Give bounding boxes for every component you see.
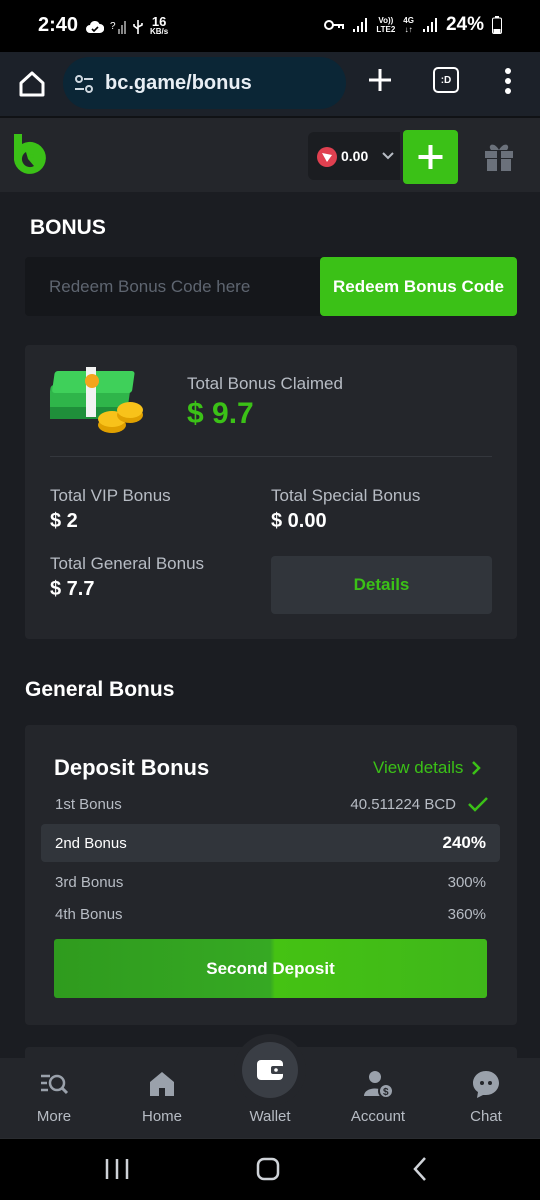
speed-value: 16	[151, 14, 167, 29]
status-left-icons: ? 16 KB/s	[86, 14, 169, 37]
bonus-row-value: 360%	[447, 906, 486, 923]
vpn-key-icon	[324, 20, 345, 30]
home-button-icon[interactable]	[256, 1156, 280, 1182]
bonus-summary-card: Total Bonus Claimed $ 9.7 Total VIP Bonu…	[25, 345, 517, 639]
chevron-right-icon[interactable]	[471, 761, 482, 775]
second-deposit-button[interactable]: Second Deposit	[54, 939, 487, 998]
balance-value: 0.00	[341, 148, 369, 164]
nav-chat[interactable]: Chat	[432, 1058, 540, 1138]
account-icon[interactable]: $	[362, 1068, 394, 1100]
search-list-icon[interactable]	[38, 1068, 70, 1100]
bcgame-logo[interactable]	[12, 132, 48, 176]
bottom-nav: More Home Wallet $ Account Chat	[0, 1034, 540, 1138]
bonus-row-4th: 4th Bonus 360%	[41, 895, 500, 933]
nav-account[interactable]: $ Account	[324, 1058, 432, 1138]
browser-toolbar: bc.game/bonus :D	[0, 52, 540, 116]
wallet-icon[interactable]	[242, 1042, 298, 1098]
net-type: 4G	[403, 16, 414, 25]
general-bonus-title: General Bonus	[25, 678, 175, 701]
svg-text:?: ?	[110, 21, 116, 32]
bonus-row-value: 300%	[447, 874, 486, 891]
bonus-row-name: 4th Bonus	[55, 906, 123, 923]
lte-top: Vo))	[378, 16, 394, 25]
site-header: 0.00	[0, 116, 540, 192]
nav-label[interactable]: Chat	[432, 1108, 540, 1125]
signal-icon	[353, 18, 368, 32]
bonus-row-name: 2nd Bonus	[55, 835, 127, 852]
signal-icon-2	[422, 18, 437, 32]
divider	[50, 456, 492, 457]
general-bonus-label: Total General Bonus	[50, 554, 205, 573]
total-claimed-label: Total Bonus Claimed	[187, 374, 343, 393]
view-details-link[interactable]: View details	[373, 758, 482, 778]
back-icon[interactable]	[410, 1156, 430, 1182]
cloud-icon	[86, 20, 104, 33]
bonus-row-2nd: 2nd Bonus 240%	[41, 824, 500, 862]
nav-wallet[interactable]: Wallet	[216, 1042, 324, 1138]
nav-label[interactable]: Home	[108, 1108, 216, 1125]
lte-indicator: Vo)) LTE2	[376, 16, 395, 34]
lte-bottom: LTE2	[376, 25, 396, 34]
system-navigation	[0, 1138, 540, 1200]
view-details-label[interactable]: View details	[373, 758, 463, 778]
vip-bonus-value: $ 2	[50, 510, 78, 532]
bonus-page: BONUS Redeem Bonus Code Total Bonus Clai…	[0, 192, 540, 1058]
browser-menu-icon[interactable]	[500, 66, 516, 96]
nav-label[interactable]: Account	[324, 1108, 432, 1125]
speed-unit: KB/s	[150, 27, 169, 36]
details-button[interactable]: Details	[271, 556, 492, 614]
money-stack-icon	[50, 367, 143, 433]
balance-selector[interactable]: 0.00	[308, 132, 400, 180]
bonus-row-value: 40.511224 BCD	[350, 796, 456, 813]
battery-percent: 24%	[445, 14, 484, 35]
bonus-row-value: 240%	[442, 833, 486, 852]
deposit-bonus-title: Deposit Bonus	[54, 755, 210, 780]
redeem-code-button[interactable]: Redeem Bonus Code	[320, 257, 517, 316]
status-time: 2:40	[38, 14, 79, 36]
bonus-row-name: 1st Bonus	[55, 796, 122, 813]
nav-label[interactable]: More	[0, 1108, 108, 1125]
nav-more[interactable]: More	[0, 1058, 108, 1138]
bonus-row-name: 3rd Bonus	[55, 874, 124, 891]
special-bonus-label: Total Special Bonus	[271, 486, 421, 505]
status-bar: 2:40 ? 16 KB/s Vo)) LTE2 4G ↓↑ 24%	[0, 0, 540, 52]
recent-apps-icon[interactable]	[104, 1157, 130, 1181]
tron-icon	[317, 147, 337, 167]
url-text[interactable]: bc.game/bonus	[105, 72, 252, 95]
status-right-icons: Vo)) LTE2 4G ↓↑ 24%	[324, 14, 502, 36]
chevron-down-icon	[382, 152, 394, 160]
nav-home[interactable]: Home	[108, 1058, 216, 1138]
address-bar[interactable]: bc.game/bonus	[63, 57, 346, 109]
deposit-bonus-card: Deposit Bonus View details 1st Bonus 40.…	[25, 725, 517, 1025]
home-icon[interactable]	[16, 68, 48, 100]
wallet-circle[interactable]	[242, 1042, 298, 1098]
battery-icon	[492, 16, 502, 34]
chat-icon[interactable]	[470, 1068, 502, 1100]
tab-switcher-button[interactable]: :D	[433, 67, 459, 93]
plus-icon	[418, 145, 443, 169]
total-claimed-value: $ 9.7	[187, 397, 254, 430]
special-bonus-value: $ 0.00	[271, 510, 327, 532]
home-icon[interactable]	[146, 1068, 178, 1100]
redeem-code-form: Redeem Bonus Code	[25, 257, 517, 316]
gift-icon[interactable]	[482, 139, 516, 173]
deposit-button[interactable]	[403, 130, 458, 184]
net-arrows: ↓↑	[404, 25, 413, 34]
network-speed: 16 KB/s	[150, 14, 169, 37]
bonus-row-1st: 1st Bonus 40.511224 BCD	[41, 785, 500, 823]
svg-text:$: $	[383, 1087, 389, 1098]
usb-icon	[133, 20, 143, 34]
check-icon	[468, 797, 488, 812]
site-settings-icon[interactable]	[73, 73, 95, 95]
redeem-code-input[interactable]	[25, 257, 318, 316]
network-type: 4G ↓↑	[403, 16, 414, 34]
vip-bonus-label: Total VIP Bonus	[50, 486, 171, 505]
general-bonus-value: $ 7.7	[50, 578, 95, 600]
no-signal-icon: ?	[110, 21, 126, 34]
page-title: BONUS	[30, 216, 106, 239]
nav-label[interactable]: Wallet	[216, 1108, 324, 1125]
new-tab-icon[interactable]	[366, 66, 394, 94]
